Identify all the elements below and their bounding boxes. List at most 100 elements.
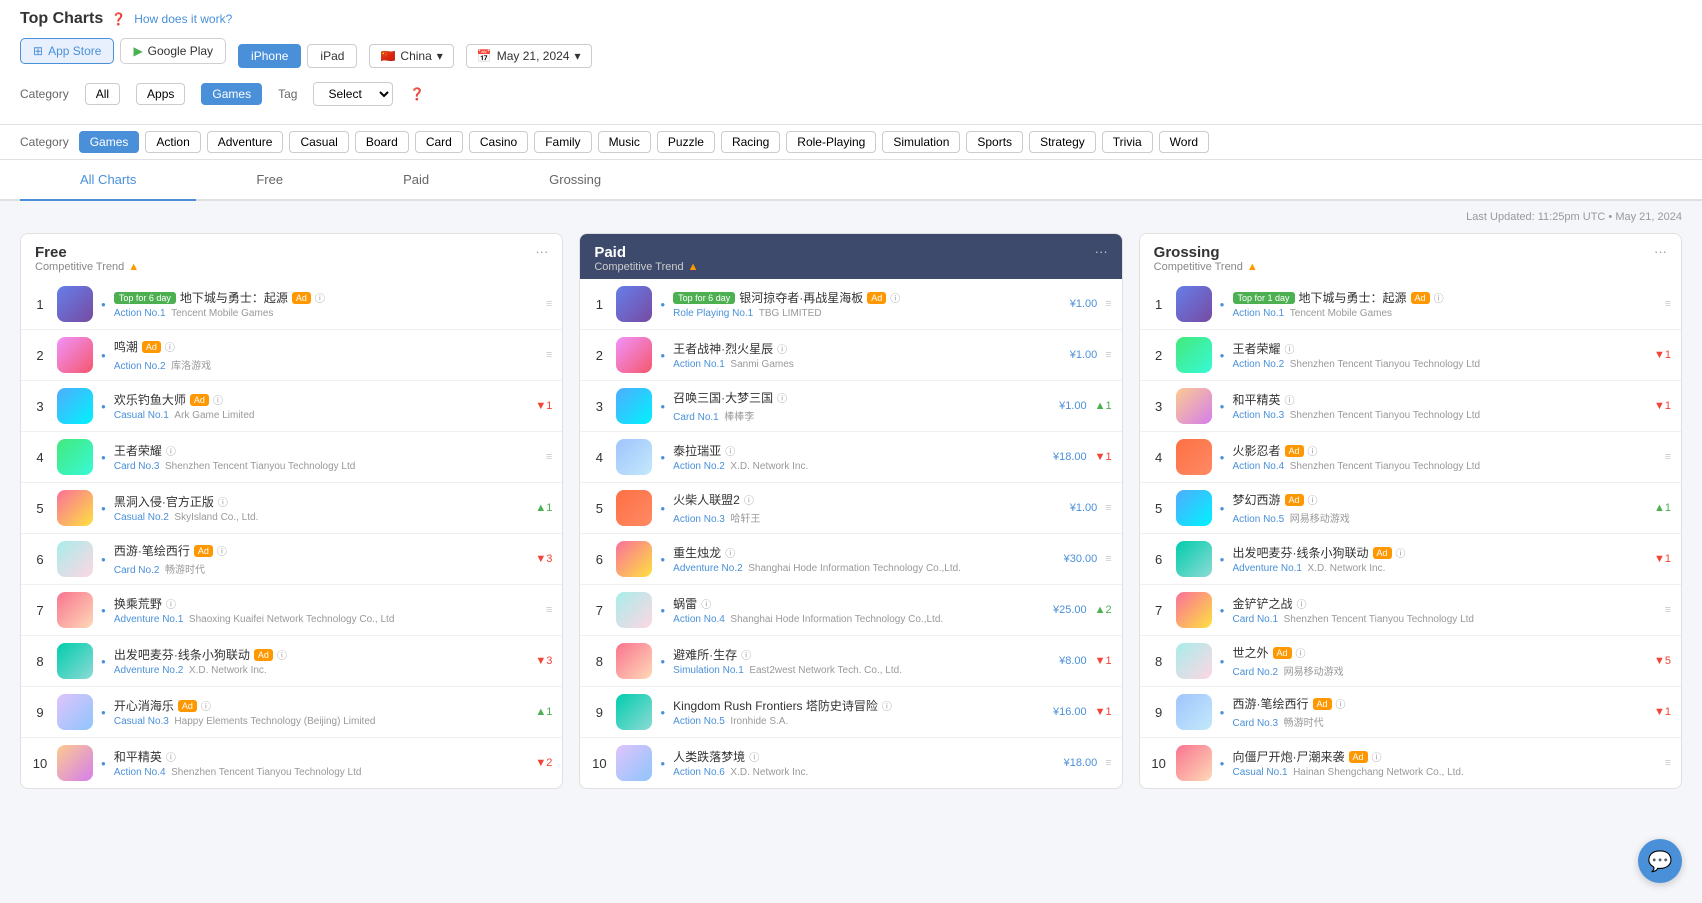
table-row[interactable]: 6 ● 西游·笔绘西行 Ad ⓘ Card No.2 畅游时代 (21, 534, 562, 585)
date-select[interactable]: 📅 May 21, 2024 ▾ (466, 44, 592, 68)
info-icon[interactable]: ⓘ (213, 392, 223, 407)
chat-button[interactable]: 💬 (1638, 839, 1682, 883)
cat-card[interactable]: Card (415, 131, 463, 153)
iphone-tab[interactable]: iPhone (238, 44, 301, 68)
cat-music[interactable]: Music (598, 131, 651, 153)
table-row[interactable]: 7 ● 金铲铲之战 ⓘ Card No.1 Shenzhen Tencent T… (1140, 585, 1681, 636)
cat-racing[interactable]: Racing (721, 131, 780, 153)
table-row[interactable]: 2 ● 王者战神·烈火星辰 ⓘ Action No.1 Sanmi Games (580, 330, 1121, 381)
table-row[interactable]: 2 ● 王者荣耀 ⓘ Action No.2 Shenzhen Tencent … (1140, 330, 1681, 381)
table-row[interactable]: 7 ● 蜗雷 ⓘ Action No.4 Shanghai Hode Infor… (580, 585, 1121, 636)
cat-strategy[interactable]: Strategy (1029, 131, 1096, 153)
info-icon[interactable]: ⓘ (1434, 290, 1444, 305)
googleplay-tab[interactable]: ▶ Google Play (120, 38, 226, 64)
info-icon[interactable]: ⓘ (882, 698, 892, 713)
info-icon[interactable]: ⓘ (277, 647, 287, 662)
table-row[interactable]: 9 ● 西游·笔绘西行 Ad ⓘ Card No.3 畅游时代 (1140, 687, 1681, 738)
games-filter-btn[interactable]: Games (201, 83, 262, 105)
tab-paid[interactable]: Paid (343, 160, 489, 201)
table-row[interactable]: 6 ● 重生烛龙 ⓘ Adventure No.2 Shanghai Hode … (580, 534, 1121, 585)
rank-change: ≡ (1665, 604, 1671, 616)
info-icon[interactable]: ⓘ (1297, 596, 1307, 611)
info-icon[interactable]: ⓘ (777, 341, 787, 356)
info-icon[interactable]: ⓘ (1336, 696, 1346, 711)
info-icon[interactable]: ⓘ (777, 390, 787, 405)
table-row[interactable]: 1 ● Top for 1 day 地下城与勇士：起源 Ad ⓘ Action … (1140, 279, 1681, 330)
country-select[interactable]: 🇨🇳 China ▾ (369, 44, 453, 68)
info-icon[interactable]: ⓘ (725, 443, 735, 458)
info-icon[interactable]: ⓘ (1285, 341, 1295, 356)
help-link[interactable]: How does it work? (134, 12, 232, 26)
cat-board[interactable]: Board (355, 131, 409, 153)
cat-sports[interactable]: Sports (966, 131, 1023, 153)
free-chart-menu[interactable]: ··· (535, 244, 548, 259)
table-row[interactable]: 4 ● 王者荣耀 ⓘ Card No.3 Shenzhen Tencent Ti… (21, 432, 562, 483)
table-row[interactable]: 1 ● Top for 6 day 银河掠夺者·再战星海板 Ad ⓘ Role … (580, 279, 1121, 330)
table-row[interactable]: 1 ● Top for 6 day 地下城与勇士：起源 Ad ⓘ Action … (21, 279, 562, 330)
paid-chart-menu[interactable]: ··· (1095, 244, 1108, 259)
ipad-tab[interactable]: iPad (307, 44, 357, 68)
cat-adventure[interactable]: Adventure (207, 131, 284, 153)
tag-select[interactable]: Select (313, 82, 393, 106)
table-row[interactable]: 5 ● 梦幻西游 Ad ⓘ Action No.5 网易移动游戏 (1140, 483, 1681, 534)
table-row[interactable]: 2 ● 鸣潮 Ad ⓘ Action No.2 库洛游戏 ≡ (21, 330, 562, 381)
info-icon[interactable]: ⓘ (890, 290, 900, 305)
info-icon[interactable]: ⓘ (315, 290, 325, 305)
cat-puzzle[interactable]: Puzzle (657, 131, 715, 153)
table-row[interactable]: 6 ● 出发吧麦芬·线条小狗联动 Ad ⓘ Adventure No.1 X.D… (1140, 534, 1681, 585)
table-row[interactable]: 5 ● 火柴人联盟2 ⓘ Action No.3 哈轩王 ¥1.00 (580, 483, 1121, 534)
app-info: 王者战神·烈火星辰 ⓘ Action No.1 Sanmi Games (673, 340, 1062, 370)
cat-simulation[interactable]: Simulation (882, 131, 960, 153)
all-filter-btn[interactable]: All (85, 83, 120, 105)
table-row[interactable]: 7 ● 换乘荒野 ⓘ Adventure No.1 Shaoxing Kuaif… (21, 585, 562, 636)
info-icon[interactable]: ⓘ (165, 339, 175, 354)
table-row[interactable]: 8 ● 出发吧麦芬·线条小狗联动 Ad ⓘ Adventure No.2 X.D… (21, 636, 562, 687)
table-row[interactable]: 4 ● 泰拉瑞亚 ⓘ Action No.2 X.D. Network Inc. (580, 432, 1121, 483)
table-row[interactable]: 8 ● 避难所·生存 ⓘ Simulation No.1 East2west N… (580, 636, 1121, 687)
info-icon[interactable]: ⓘ (1285, 392, 1295, 407)
info-icon[interactable]: ⓘ (725, 545, 735, 560)
table-row[interactable]: 5 ● 黑洞入侵·官方正版 ⓘ Casual No.2 SkyIsland Co… (21, 483, 562, 534)
info-icon[interactable]: ⓘ (217, 543, 227, 558)
info-icon[interactable]: ⓘ (1396, 545, 1406, 560)
cat-action[interactable]: Action (145, 131, 200, 153)
app-sub: Action No.2 Shenzhen Tencent Tianyou Tec… (1233, 359, 1646, 370)
app-category: Card No.2 (114, 565, 160, 576)
info-icon[interactable]: ⓘ (1308, 443, 1318, 458)
cat-trivia[interactable]: Trivia (1102, 131, 1153, 153)
table-row[interactable]: 3 ● 和平精英 ⓘ Action No.3 Shenzhen Tencent … (1140, 381, 1681, 432)
table-row[interactable]: 3 ● 召唤三国·大梦三国 ⓘ Card No.1 棒棒李 ¥1.00 (580, 381, 1121, 432)
grossing-chart-menu[interactable]: ··· (1654, 244, 1667, 259)
apps-filter-btn[interactable]: Apps (136, 83, 185, 105)
table-row[interactable]: 10 ● 人类跌落梦境 ⓘ Action No.6 X.D. Network I… (580, 738, 1121, 788)
table-row[interactable]: 3 ● 欢乐钓鱼大师 Ad ⓘ Casual No.1 Ark Game Lim… (21, 381, 562, 432)
cat-word[interactable]: Word (1159, 131, 1209, 153)
cat-games[interactable]: Games (79, 131, 140, 153)
info-icon[interactable]: ⓘ (1308, 492, 1318, 507)
table-row[interactable]: 8 ● 世之外 Ad ⓘ Card No.2 网易移动游戏 (1140, 636, 1681, 687)
tab-grossing[interactable]: Grossing (489, 160, 661, 201)
cat-casino[interactable]: Casino (469, 131, 528, 153)
table-row[interactable]: 9 ● Kingdom Rush Frontiers 塔防史诗冒险 ⓘ Acti… (580, 687, 1121, 738)
table-row[interactable]: 10 ● 向僵尸开炮·尸潮来袭 Ad ⓘ Casual No.1 Hainan … (1140, 738, 1681, 788)
table-row[interactable]: 10 ● 和平精英 ⓘ Action No.4 Shenzhen Tencent… (21, 738, 562, 788)
info-icon[interactable]: ⓘ (201, 698, 211, 713)
cat-roleplaying[interactable]: Role-Playing (786, 131, 876, 153)
info-icon[interactable]: ⓘ (218, 494, 228, 509)
info-icon[interactable]: ⓘ (701, 596, 711, 611)
appstore-tab[interactable]: ⊞ App Store (20, 38, 114, 64)
info-icon[interactable]: ⓘ (744, 492, 754, 507)
table-row[interactable]: 4 ● 火影忍者 Ad ⓘ Action No.4 Shenzhen Tence… (1140, 432, 1681, 483)
info-icon[interactable]: ⓘ (166, 443, 176, 458)
cat-family[interactable]: Family (534, 131, 591, 153)
info-icon[interactable]: ⓘ (749, 749, 759, 764)
info-icon[interactable]: ⓘ (1372, 749, 1382, 764)
info-icon[interactable]: ⓘ (166, 749, 176, 764)
info-icon[interactable]: ⓘ (1296, 645, 1306, 660)
tab-free[interactable]: Free (196, 160, 343, 201)
cat-casual[interactable]: Casual (289, 131, 348, 153)
tab-all-charts[interactable]: All Charts (20, 160, 196, 201)
table-row[interactable]: 9 ● 开心消海乐 Ad ⓘ Casual No.3 Happy Element… (21, 687, 562, 738)
info-icon[interactable]: ⓘ (741, 647, 751, 662)
info-icon[interactable]: ⓘ (166, 596, 176, 611)
